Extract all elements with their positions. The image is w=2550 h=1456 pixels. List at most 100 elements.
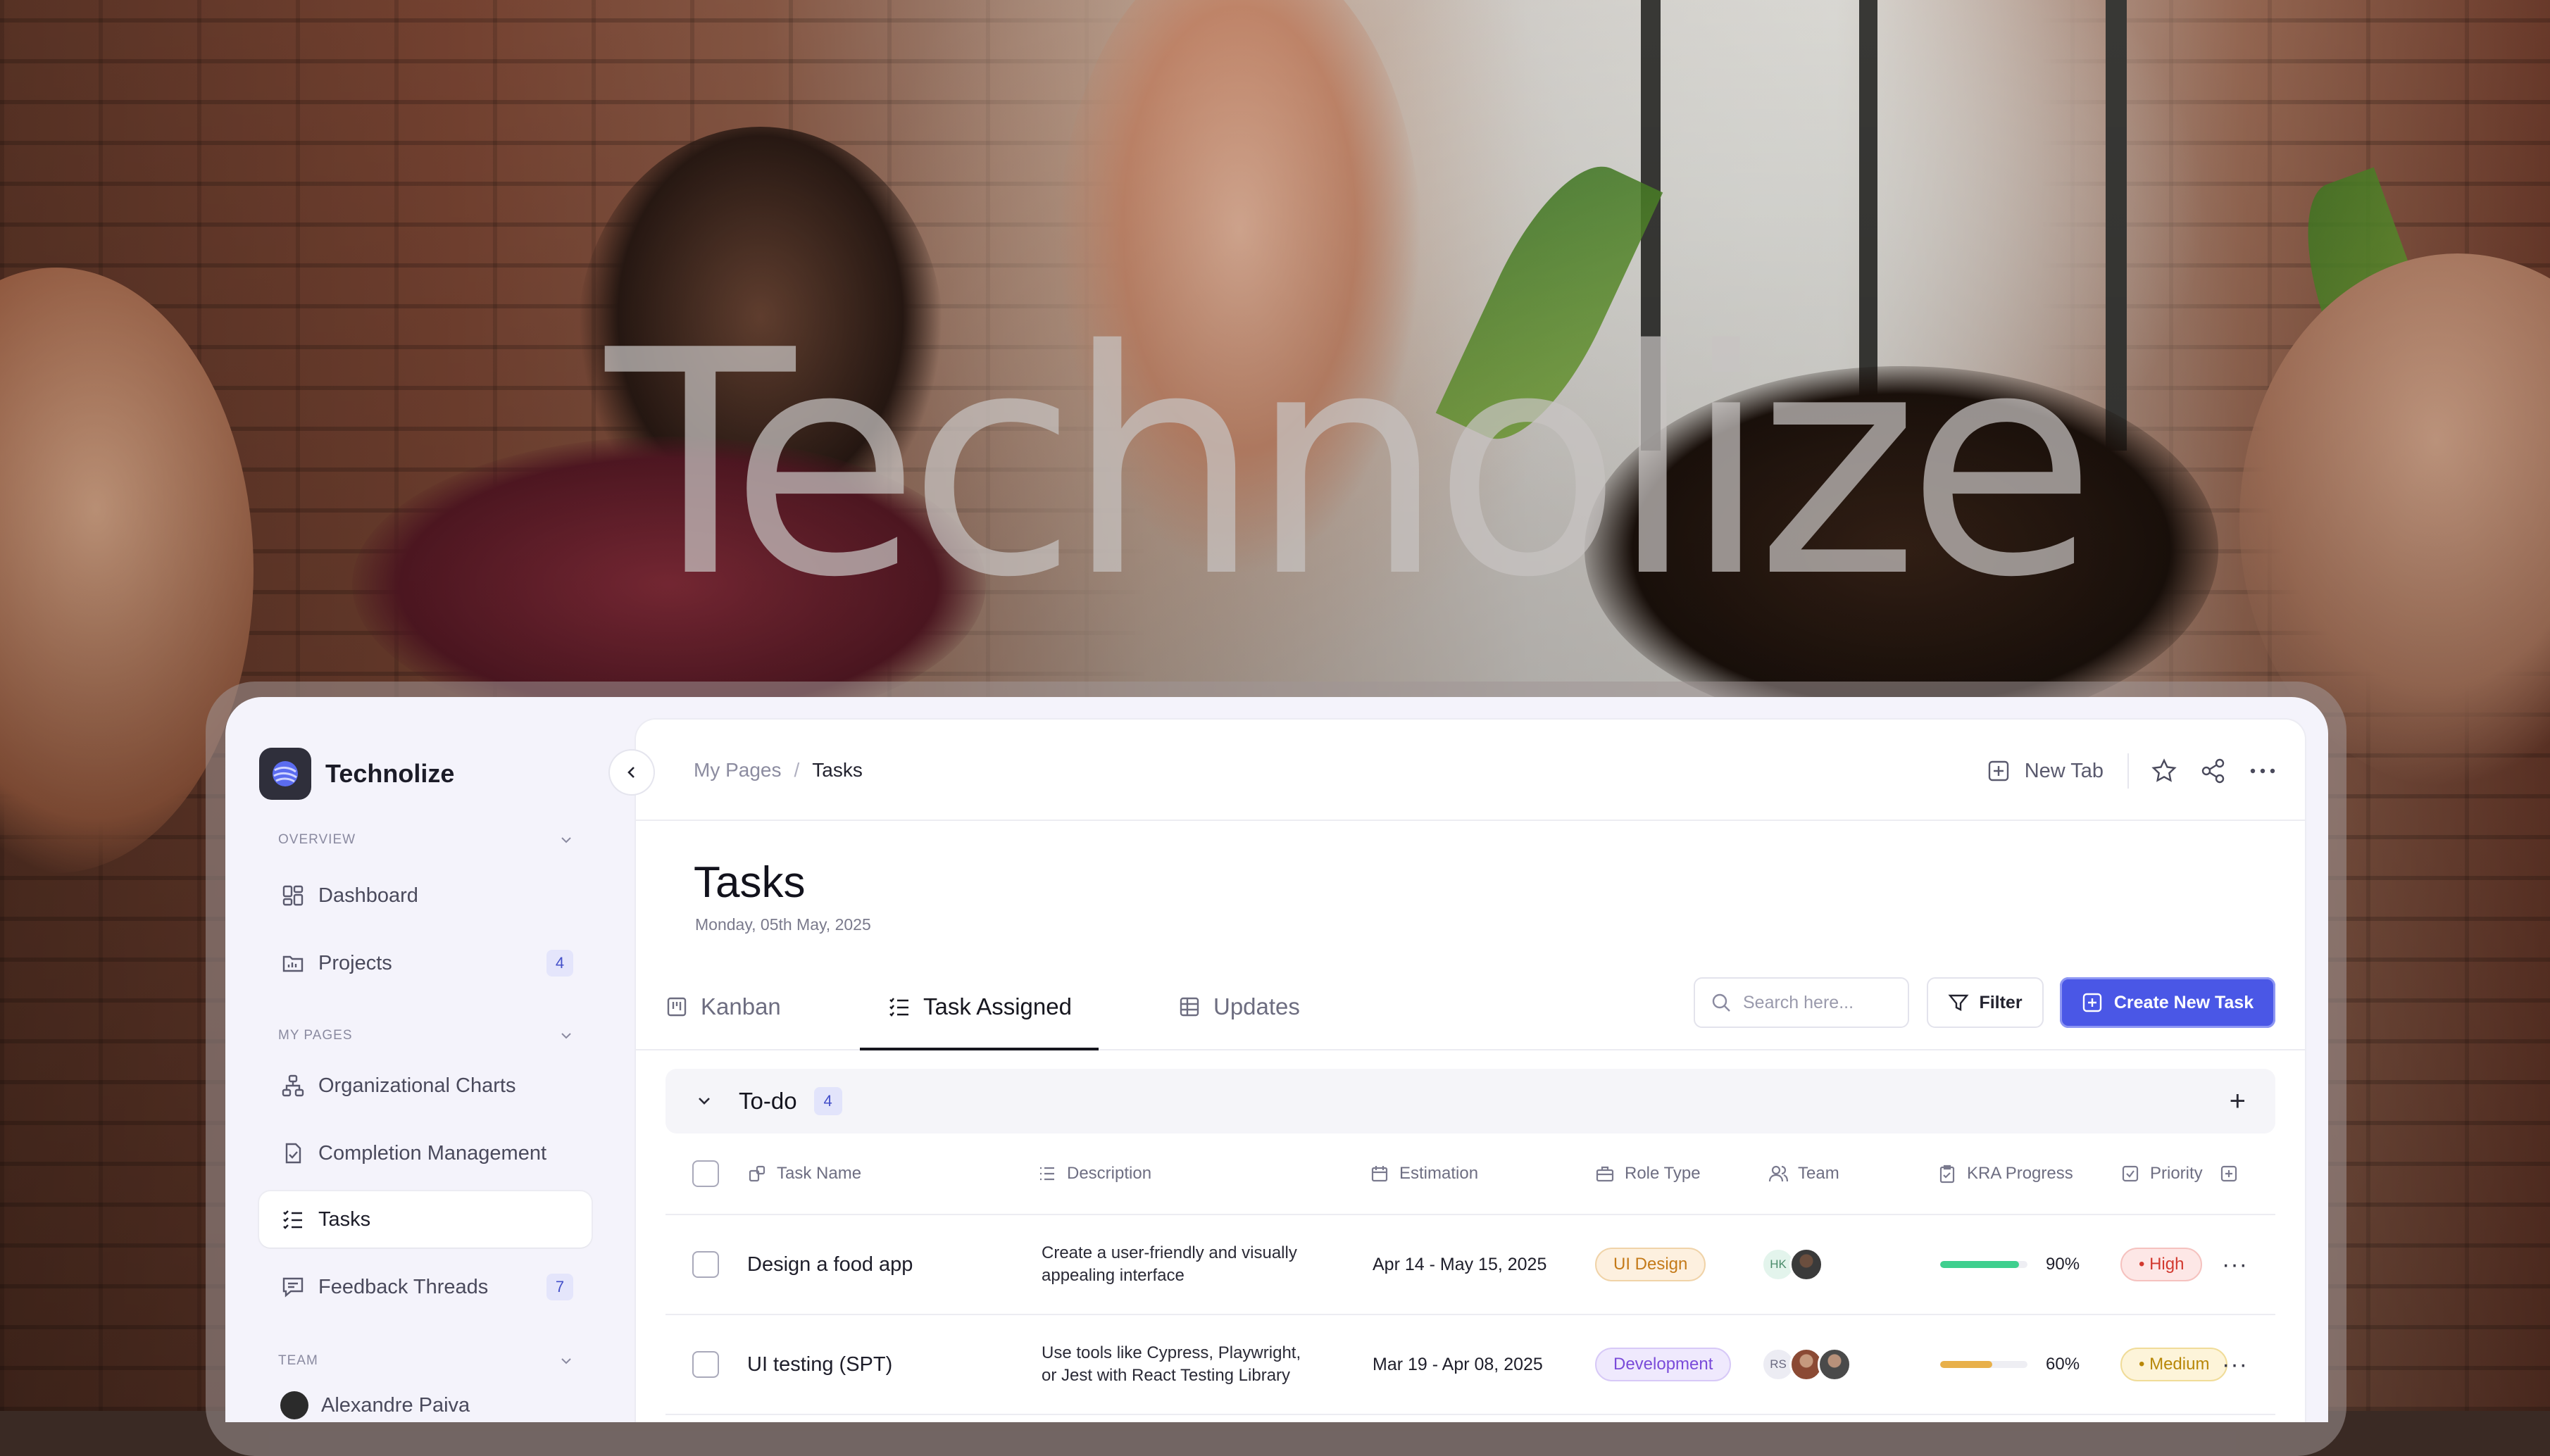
row-checkbox[interactable] bbox=[692, 1215, 719, 1314]
breadcrumb-separator: / bbox=[794, 759, 800, 781]
tab-label: Task Assigned bbox=[923, 993, 1072, 1019]
progress-track bbox=[1940, 1261, 2027, 1268]
folder-icon bbox=[280, 950, 306, 976]
progress-percent: 90% bbox=[2046, 1255, 2080, 1274]
task-description: Create a user-friendly and visually appea… bbox=[1042, 1242, 1337, 1287]
org-chart-icon bbox=[280, 1073, 306, 1098]
column-header[interactable]: KRA Progress bbox=[1937, 1134, 2073, 1214]
search-icon bbox=[1712, 993, 1730, 1012]
column-header[interactable]: Estimation bbox=[1370, 1134, 1478, 1214]
sidebar-item-label: Projects bbox=[318, 951, 392, 974]
search-input[interactable]: Search here... bbox=[1694, 977, 1909, 1028]
sidebar-item-dashboard[interactable]: Dashboard bbox=[259, 867, 592, 924]
task-description: Use tools like Cypress, Playwright, or Je… bbox=[1042, 1342, 1337, 1387]
section-team-label: TEAM bbox=[278, 1353, 318, 1368]
team-avatars[interactable]: RS bbox=[1761, 1315, 1851, 1414]
row-more-icon[interactable]: ··· bbox=[2222, 1351, 2248, 1379]
description-icon bbox=[1040, 1167, 1054, 1181]
document-check-icon bbox=[280, 1141, 306, 1166]
section-team[interactable]: TEAM bbox=[278, 1353, 574, 1369]
add-column-button[interactable] bbox=[2219, 1134, 2239, 1214]
new-tab-button[interactable]: New Tab bbox=[1987, 753, 2129, 789]
tab-label: Updates bbox=[1213, 993, 1300, 1019]
calendar-icon bbox=[1371, 1166, 1388, 1182]
column-label: Task Name bbox=[777, 1164, 862, 1183]
description-line: Use tools like Cypress, Playwright, bbox=[1042, 1343, 1301, 1362]
column-header[interactable]: Task Name bbox=[747, 1134, 861, 1214]
brand-watermark: Technolize bbox=[606, 284, 2097, 645]
filter-icon bbox=[1948, 994, 1969, 1011]
progress-percent: 60% bbox=[2046, 1355, 2080, 1374]
list-check-icon bbox=[889, 998, 908, 1017]
tab-updates[interactable]: Updates bbox=[1178, 965, 1300, 1049]
collapse-sidebar-button[interactable] bbox=[610, 751, 654, 794]
row-more-icon[interactable]: ··· bbox=[2222, 1251, 2248, 1279]
column-label: KRA Progress bbox=[1967, 1164, 2073, 1183]
sidebar-item-label: Dashboard bbox=[318, 884, 418, 907]
kra-progress: 60% bbox=[1940, 1315, 2080, 1414]
search-placeholder: Search here... bbox=[1743, 992, 1854, 1012]
table-row[interactable]: Design a food app Create a user-friendly… bbox=[665, 1215, 2275, 1315]
role-badge: Development bbox=[1595, 1348, 1732, 1381]
chevron-down-icon bbox=[561, 1358, 571, 1364]
plus-square-icon bbox=[2220, 1165, 2237, 1182]
column-header[interactable]: Description bbox=[1037, 1134, 1151, 1214]
view-tabs: Kanban Task Assigned Updates bbox=[636, 965, 2305, 1050]
estimation: Apr 14 - May 15, 2025 bbox=[1373, 1254, 1547, 1274]
section-my-pages[interactable]: MY PAGES bbox=[278, 1028, 574, 1043]
brand[interactable]: Technolize bbox=[259, 748, 454, 800]
page-date: Monday, 05th May, 2025 bbox=[695, 915, 871, 934]
chevron-down-icon[interactable] bbox=[694, 1091, 715, 1112]
sidebar-item-completion-management[interactable]: Completion Management bbox=[259, 1125, 592, 1181]
star-icon[interactable] bbox=[2150, 757, 2178, 785]
task-list-icon bbox=[280, 1207, 306, 1232]
chevron-down-icon bbox=[561, 837, 571, 843]
chevron-down-icon bbox=[561, 1033, 571, 1039]
priority-badge: • Medium bbox=[2120, 1348, 2228, 1381]
team-avatars[interactable]: HK bbox=[1761, 1215, 1823, 1314]
tab-kanban[interactable]: Kanban bbox=[665, 965, 781, 1049]
role-badge: UI Design bbox=[1595, 1248, 1706, 1281]
avatar bbox=[1789, 1248, 1823, 1281]
progress-track bbox=[1940, 1361, 2027, 1368]
sidebar-item-projects[interactable]: Projects 4 bbox=[259, 935, 592, 991]
section-overview[interactable]: OVERVIEW bbox=[278, 832, 574, 848]
more-options-icon[interactable] bbox=[2249, 757, 2277, 785]
sidebar-item-org-charts[interactable]: Organizational Charts bbox=[259, 1058, 592, 1114]
select-all-checkbox[interactable] bbox=[692, 1134, 719, 1214]
breadcrumb-current: Tasks bbox=[812, 759, 863, 781]
task-name[interactable]: UI testing (SPT) bbox=[747, 1353, 892, 1376]
topbar: My Pages / Tasks New Tab bbox=[636, 720, 2305, 821]
column-header[interactable]: Team bbox=[1768, 1134, 1839, 1214]
main-panel: My Pages / Tasks New Tab Tasks Monday, 0… bbox=[636, 720, 2305, 1422]
count-badge: 4 bbox=[813, 1087, 842, 1115]
table-row[interactable]: UI testing (SPT) Use tools like Cypress,… bbox=[665, 1315, 2275, 1415]
chat-icon bbox=[280, 1274, 306, 1300]
sidebar-item-tasks[interactable]: Tasks bbox=[259, 1191, 592, 1248]
top-actions: New Tab bbox=[1987, 753, 2277, 789]
filter-button[interactable]: Filter bbox=[1927, 977, 2044, 1028]
add-task-button[interactable]: + bbox=[2230, 1086, 2246, 1117]
breadcrumb-parent[interactable]: My Pages bbox=[694, 759, 782, 782]
column-label: Role Type bbox=[1625, 1164, 1701, 1183]
group-header-todo: To-do 4 + bbox=[665, 1069, 2275, 1134]
sidebar-item-feedback-threads[interactable]: Feedback Threads 7 bbox=[259, 1259, 592, 1315]
sidebar-item-label: Tasks bbox=[318, 1207, 371, 1231]
dashboard-icon bbox=[280, 883, 306, 908]
app-window: Technolize OVERVIEW Dashboard Projects 4… bbox=[225, 697, 2328, 1422]
description-line: appealing interface bbox=[1042, 1266, 1185, 1285]
create-new-task-button[interactable]: Create New Task bbox=[2060, 977, 2275, 1028]
task-name[interactable]: Design a food app bbox=[747, 1253, 913, 1276]
sidebar-item-team-member[interactable]: Alexandre Paiva bbox=[259, 1377, 592, 1422]
column-label: Team bbox=[1798, 1164, 1839, 1183]
column-header[interactable]: Priority bbox=[2120, 1134, 2203, 1214]
new-tab-label: New Tab bbox=[2024, 759, 2104, 782]
column-label: Estimation bbox=[1399, 1164, 1479, 1183]
share-icon[interactable] bbox=[2199, 757, 2227, 785]
column-header[interactable]: Role Type bbox=[1595, 1134, 1701, 1214]
row-checkbox[interactable] bbox=[692, 1315, 719, 1414]
chevron-left-icon bbox=[627, 767, 635, 778]
progress-fill bbox=[1940, 1261, 2019, 1268]
description-line: or Jest with React Testing Library bbox=[1042, 1366, 1291, 1385]
tab-task-assigned[interactable]: Task Assigned bbox=[860, 965, 1099, 1050]
